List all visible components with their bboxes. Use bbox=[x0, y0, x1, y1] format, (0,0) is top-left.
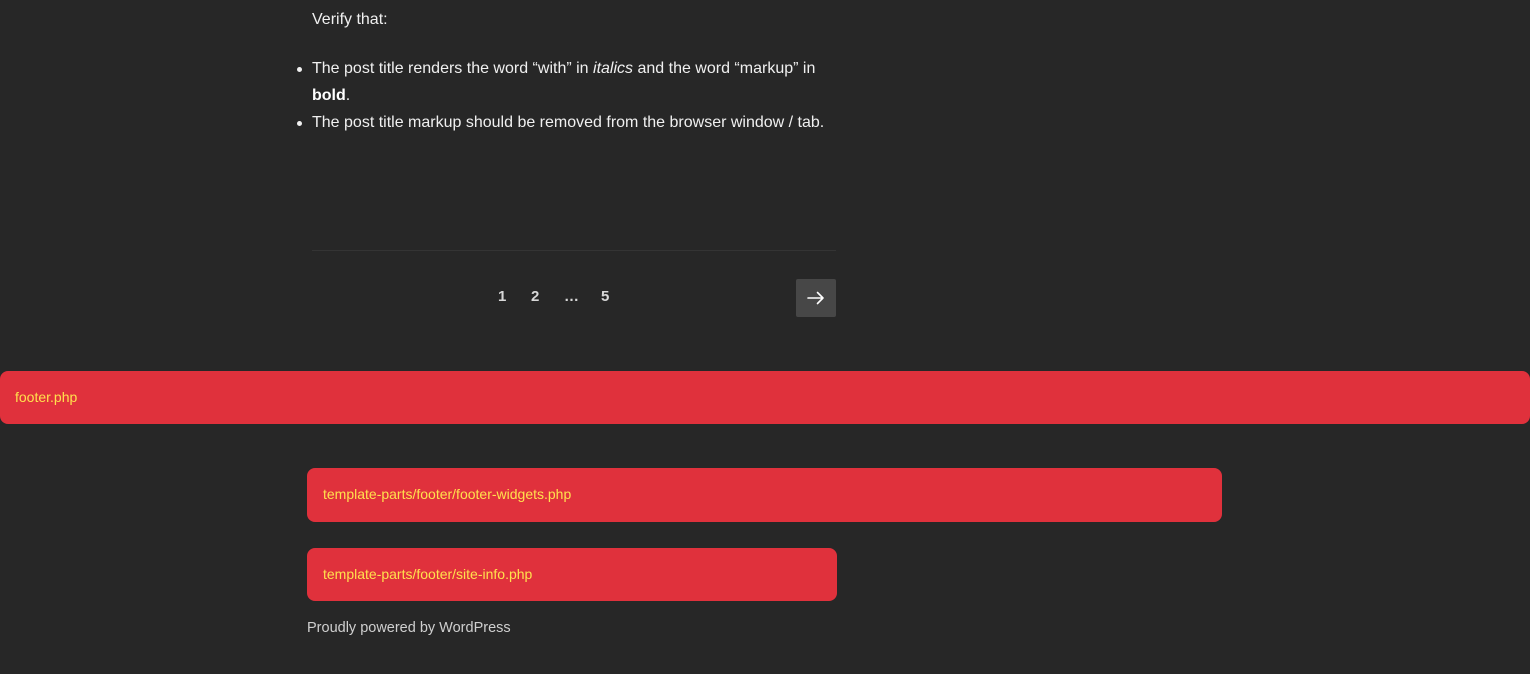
bold-word: bold bbox=[312, 86, 346, 104]
checklist-item: The post title markup should be removed … bbox=[297, 110, 836, 137]
template-site-info: template-parts/footer/site-info.php bbox=[307, 548, 837, 601]
template-footer-widgets: template-parts/footer/footer-widgets.php bbox=[307, 468, 1222, 522]
next-page-button[interactable] bbox=[796, 279, 836, 317]
page-link-2[interactable]: 2 bbox=[531, 287, 539, 307]
pagination: 1 2 … 5 bbox=[312, 279, 836, 317]
page-link-1[interactable]: 1 bbox=[498, 287, 506, 307]
checklist-item: The post title renders the word “with” i… bbox=[297, 56, 836, 109]
arrow-right-icon bbox=[807, 291, 824, 305]
checklist-text: The post title markup should be removed … bbox=[312, 113, 825, 131]
powered-by-link[interactable]: Proudly powered by WordPress bbox=[307, 619, 511, 637]
page-ellipsis: … bbox=[564, 288, 579, 305]
template-footer-php: footer.php bbox=[0, 371, 1530, 424]
italic-word: italics bbox=[593, 60, 634, 77]
template-label: footer.php bbox=[15, 389, 78, 405]
checklist-text: and the word “markup” in bbox=[633, 60, 816, 77]
checklist-text: . bbox=[345, 86, 351, 104]
verify-text: Verify that: bbox=[312, 11, 388, 28]
page-link-5[interactable]: 5 bbox=[601, 287, 609, 307]
content-separator bbox=[312, 250, 836, 251]
template-label: template-parts/footer/footer-widgets.php bbox=[323, 486, 572, 502]
checklist: The post title renders the word “with” i… bbox=[297, 56, 836, 137]
template-label: template-parts/footer/site-info.php bbox=[323, 566, 533, 582]
checklist-text: The post title renders the word “with” i… bbox=[312, 60, 594, 77]
